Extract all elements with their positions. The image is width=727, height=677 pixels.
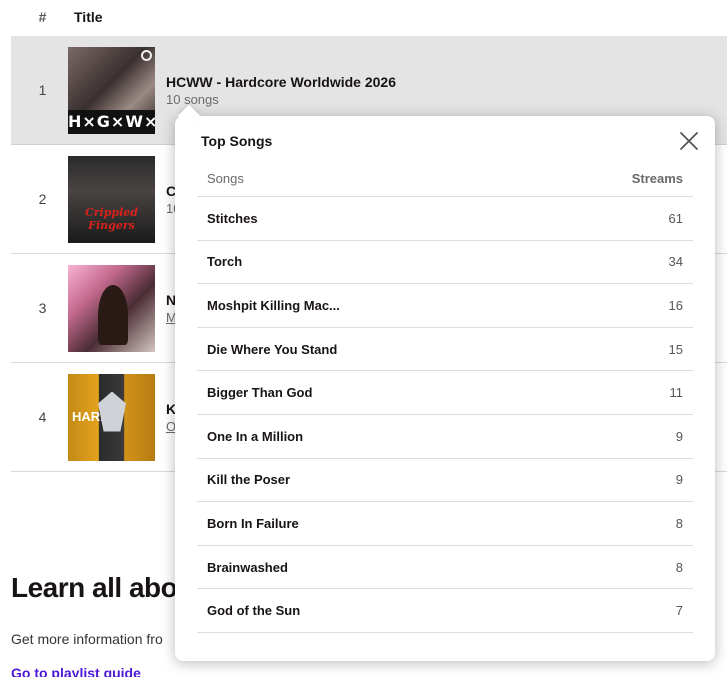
stream-count: 61 (668, 210, 683, 226)
song-row[interactable]: Stitches 61 (197, 197, 693, 241)
top-songs-popover: Top Songs Songs Streams Stitches 61 Torch 3… (175, 104, 715, 661)
playlist-cover[interactable]: Crippled Fingers (68, 155, 155, 243)
playlist-cover[interactable] (68, 264, 155, 352)
cover-logo: Crippled Fingers (85, 205, 138, 232)
song-row[interactable]: God of the Sun 7 (197, 589, 693, 633)
stream-count: 34 (668, 254, 683, 270)
song-count: 10 songs (166, 91, 219, 107)
song-name: Die Where You Stand (207, 341, 338, 357)
song-name: Torch (207, 254, 243, 270)
popover-title: Top Songs (201, 133, 273, 149)
songs-column-header: Songs (207, 170, 244, 186)
stream-count: 7 (675, 603, 683, 619)
stream-count: 11 (669, 385, 684, 401)
streams-column-header: Streams (631, 170, 683, 186)
song-name: Moshpit Killing Mac... (207, 297, 340, 313)
song-name: Kill the Poser (207, 472, 291, 488)
section-text: Get more information fro (11, 631, 163, 647)
song-name: Stitches (207, 210, 258, 226)
page: # Title 1 H×G×W×W HCWW - Hardcore Worldw… (0, 0, 727, 677)
emblem-icon (141, 49, 152, 61)
playlist-cover[interactable]: H×G×W×W (68, 46, 155, 134)
column-title-header[interactable]: Title (74, 9, 103, 25)
row-number: 4 (38, 409, 47, 425)
song-name: Bigger Than God (207, 385, 313, 401)
close-icon (680, 132, 698, 150)
song-row[interactable]: Bigger Than God 11 (197, 371, 693, 415)
stream-count: 15 (668, 341, 683, 357)
top-songs-header: Songs Streams (197, 160, 693, 197)
cover-logo: H×G×W×W (68, 109, 155, 134)
table-header: # Title (11, 0, 727, 34)
song-row[interactable]: Born In Failure 8 (197, 502, 693, 546)
wolf-icon (98, 391, 126, 432)
row-number: 3 (38, 300, 47, 316)
row-number: 1 (38, 82, 47, 98)
song-name: God of the Sun (207, 603, 301, 619)
stream-count: 16 (668, 297, 683, 313)
song-name: One In a Million (207, 428, 304, 444)
song-row[interactable]: Die Where You Stand 15 (197, 328, 693, 372)
column-number-header: # (38, 9, 47, 25)
song-row[interactable]: Kill the Poser 9 (197, 459, 693, 503)
playlist-guide-link[interactable]: Go to playlist guide (11, 665, 141, 677)
row-number: 2 (38, 191, 47, 207)
playlist-name[interactable]: HCWW - Hardcore Worldwide 2026 (166, 74, 396, 90)
playlist-cover[interactable]: HARD (68, 373, 155, 461)
top-songs-table: Songs Streams Stitches 61 Torch 34 Moshpit K… (197, 160, 693, 633)
close-button[interactable] (679, 131, 699, 151)
song-name: Brainwashed (207, 559, 288, 575)
cover-figure (98, 284, 128, 345)
song-name: Born In Failure (207, 515, 299, 531)
section-heading: Learn all abo (11, 572, 178, 603)
song-row[interactable]: Brainwashed 8 (197, 546, 693, 590)
stream-count: 8 (675, 559, 683, 575)
row-meta: HCWW - Hardcore Worldwide 2026 10 songs (166, 74, 396, 107)
stream-count: 9 (675, 472, 683, 488)
stream-count: 9 (675, 428, 683, 444)
song-row[interactable]: One In a Million 9 (197, 415, 693, 459)
song-row[interactable]: Torch 34 (197, 241, 693, 285)
stream-count: 8 (675, 515, 683, 531)
song-row[interactable]: Moshpit Killing Mac... 16 (197, 284, 693, 328)
